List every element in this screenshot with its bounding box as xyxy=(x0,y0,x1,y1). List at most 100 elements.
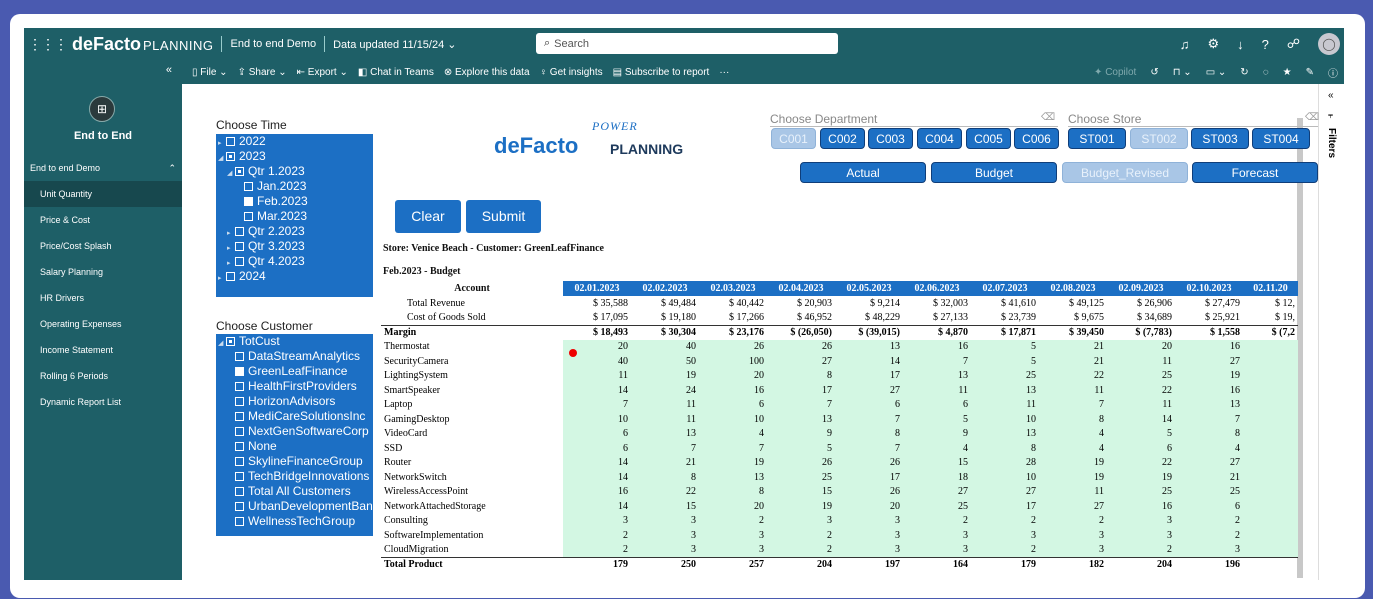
table-cell[interactable]: 11 xyxy=(631,397,699,412)
table-cell[interactable]: 7 xyxy=(903,354,971,369)
table-cell[interactable]: 7 xyxy=(1039,397,1107,412)
table-cell[interactable]: 9 xyxy=(903,426,971,441)
sidebar-item[interactable]: HR Drivers xyxy=(24,285,182,311)
table-cell[interactable]: 4 xyxy=(1039,441,1107,456)
table-cell[interactable]: 8 xyxy=(699,484,767,499)
table-cell[interactable]: 13 xyxy=(971,426,1039,441)
nav-group[interactable]: End to end Demo ⌃ xyxy=(30,163,176,174)
table-cell[interactable]: 13 xyxy=(767,412,835,427)
table-cell[interactable]: 20 xyxy=(1107,339,1175,354)
collapse-filters-icon[interactable]: « xyxy=(1328,90,1334,101)
store-pill[interactable]: ST004 xyxy=(1252,128,1310,149)
department-pill[interactable]: C006 xyxy=(1014,128,1059,149)
brand-logo[interactable]: deFacto PLANNING xyxy=(72,34,213,55)
table-cell[interactable]: 15 xyxy=(767,484,835,499)
department-pill[interactable]: C004 xyxy=(917,128,962,149)
table-cell[interactable]: 14 xyxy=(835,354,903,369)
comment-icon[interactable]: ◌ xyxy=(1263,67,1269,78)
table-cell[interactable]: 25 xyxy=(1175,484,1243,499)
column-header[interactable]: 02.01.2023 xyxy=(563,281,631,296)
checkbox[interactable] xyxy=(226,152,235,161)
table-cell[interactable]: 19 xyxy=(1107,470,1175,485)
table-cell[interactable]: 2 xyxy=(1107,542,1175,557)
table-cell[interactable]: 2 xyxy=(1039,513,1107,528)
table-cell[interactable] xyxy=(1243,383,1298,398)
checkbox[interactable] xyxy=(226,272,235,281)
favorite-icon[interactable]: ★ xyxy=(1283,67,1292,78)
table-cell[interactable]: 13 xyxy=(903,368,971,383)
table-cell[interactable]: 4 xyxy=(903,441,971,456)
slicer-item[interactable]: WellnessTechGroup xyxy=(216,514,373,529)
checkbox[interactable] xyxy=(235,442,244,451)
clear-button[interactable]: Clear xyxy=(395,200,461,233)
table-cell[interactable]: 15 xyxy=(631,499,699,514)
subscribe-button[interactable]: ▤ Subscribe to report xyxy=(613,67,710,78)
table-cell[interactable]: 5 xyxy=(971,339,1039,354)
sidebar-item[interactable]: Dynamic Report List xyxy=(24,389,182,415)
table-cell[interactable]: 8 xyxy=(1175,426,1243,441)
table-cell[interactable]: 17 xyxy=(767,383,835,398)
slicer-item[interactable]: ▸ Qtr 4.2023 xyxy=(216,254,373,269)
table-cell[interactable]: 5 xyxy=(903,412,971,427)
sidebar-item[interactable]: Salary Planning xyxy=(24,259,182,285)
share-menu[interactable]: ⇪ Share ⌄ xyxy=(238,67,287,78)
table-cell[interactable]: 7 xyxy=(699,441,767,456)
table-cell[interactable]: 19 xyxy=(631,368,699,383)
checkbox[interactable] xyxy=(235,517,244,526)
slicer-item[interactable]: Feb.2023 xyxy=(216,194,373,209)
table-cell[interactable]: 13 xyxy=(631,426,699,441)
table-cell[interactable]: 17 xyxy=(835,470,903,485)
slicer-item[interactable]: GreenLeafFinance xyxy=(216,364,373,379)
slicer-item[interactable]: MediCareSolutionsInc xyxy=(216,409,373,424)
table-cell[interactable]: 3 xyxy=(1107,528,1175,543)
table-cell[interactable]: 6 xyxy=(903,397,971,412)
table-cell[interactable]: 2 xyxy=(971,513,1039,528)
table-cell[interactable]: 27 xyxy=(971,484,1039,499)
table-cell[interactable]: 3 xyxy=(835,528,903,543)
table-cell[interactable]: 3 xyxy=(699,542,767,557)
table-cell[interactable]: 13 xyxy=(699,470,767,485)
column-header[interactable]: 02.09.2023 xyxy=(1107,281,1175,296)
table-cell[interactable]: 27 xyxy=(1175,354,1243,369)
checkbox[interactable] xyxy=(235,242,244,251)
table-cell[interactable]: 28 xyxy=(971,455,1039,470)
chevron-right-icon[interactable]: ▸ xyxy=(218,271,226,286)
checkbox[interactable] xyxy=(235,382,244,391)
column-header[interactable]: 02.11.20 xyxy=(1243,281,1298,296)
sidebar-item[interactable]: Price/Cost Splash xyxy=(24,233,182,259)
chevron-down-icon[interactable]: ◢ xyxy=(218,336,226,351)
file-menu[interactable]: ▯ File ⌄ xyxy=(192,67,228,78)
table-cell[interactable]: 22 xyxy=(631,484,699,499)
table-cell[interactable]: 3 xyxy=(1039,542,1107,557)
table-cell[interactable]: 100 xyxy=(699,354,767,369)
checkbox[interactable] xyxy=(244,197,253,206)
table-cell[interactable]: 11 xyxy=(1039,383,1107,398)
table-cell[interactable]: 2 xyxy=(767,542,835,557)
table-cell[interactable]: 2 xyxy=(971,542,1039,557)
table-cell[interactable]: 26 xyxy=(835,455,903,470)
checkbox[interactable] xyxy=(235,427,244,436)
edit-icon[interactable]: ✎ xyxy=(1306,67,1314,78)
table-cell[interactable]: 6 xyxy=(563,441,631,456)
department-pill[interactable]: C001 xyxy=(771,128,816,149)
help-icon[interactable]: ? xyxy=(1262,37,1269,52)
table-cell[interactable]: 24 xyxy=(631,383,699,398)
table-cell[interactable] xyxy=(1243,397,1298,412)
data-updated[interactable]: Data updated 11/15/24 ⌄ xyxy=(333,38,456,51)
table-cell[interactable]: 4 xyxy=(1039,426,1107,441)
table-cell[interactable]: 3 xyxy=(835,542,903,557)
table-cell[interactable] xyxy=(1243,354,1298,369)
table-cell[interactable]: 25 xyxy=(1107,484,1175,499)
column-header[interactable]: 02.04.2023 xyxy=(767,281,835,296)
download-icon[interactable]: ↓ xyxy=(1237,37,1244,52)
table-cell[interactable]: 27 xyxy=(903,484,971,499)
checkbox[interactable] xyxy=(235,502,244,511)
table-cell[interactable]: 7 xyxy=(835,441,903,456)
table-cell[interactable]: 3 xyxy=(971,528,1039,543)
clear-store-icon[interactable]: ⌫ xyxy=(1305,112,1319,123)
table-cell[interactable]: 17 xyxy=(971,499,1039,514)
collapse-nav-icon[interactable]: « xyxy=(166,64,172,76)
table-cell[interactable]: 50 xyxy=(631,354,699,369)
table-cell[interactable]: 19 xyxy=(1039,470,1107,485)
table-cell[interactable]: 11 xyxy=(971,397,1039,412)
